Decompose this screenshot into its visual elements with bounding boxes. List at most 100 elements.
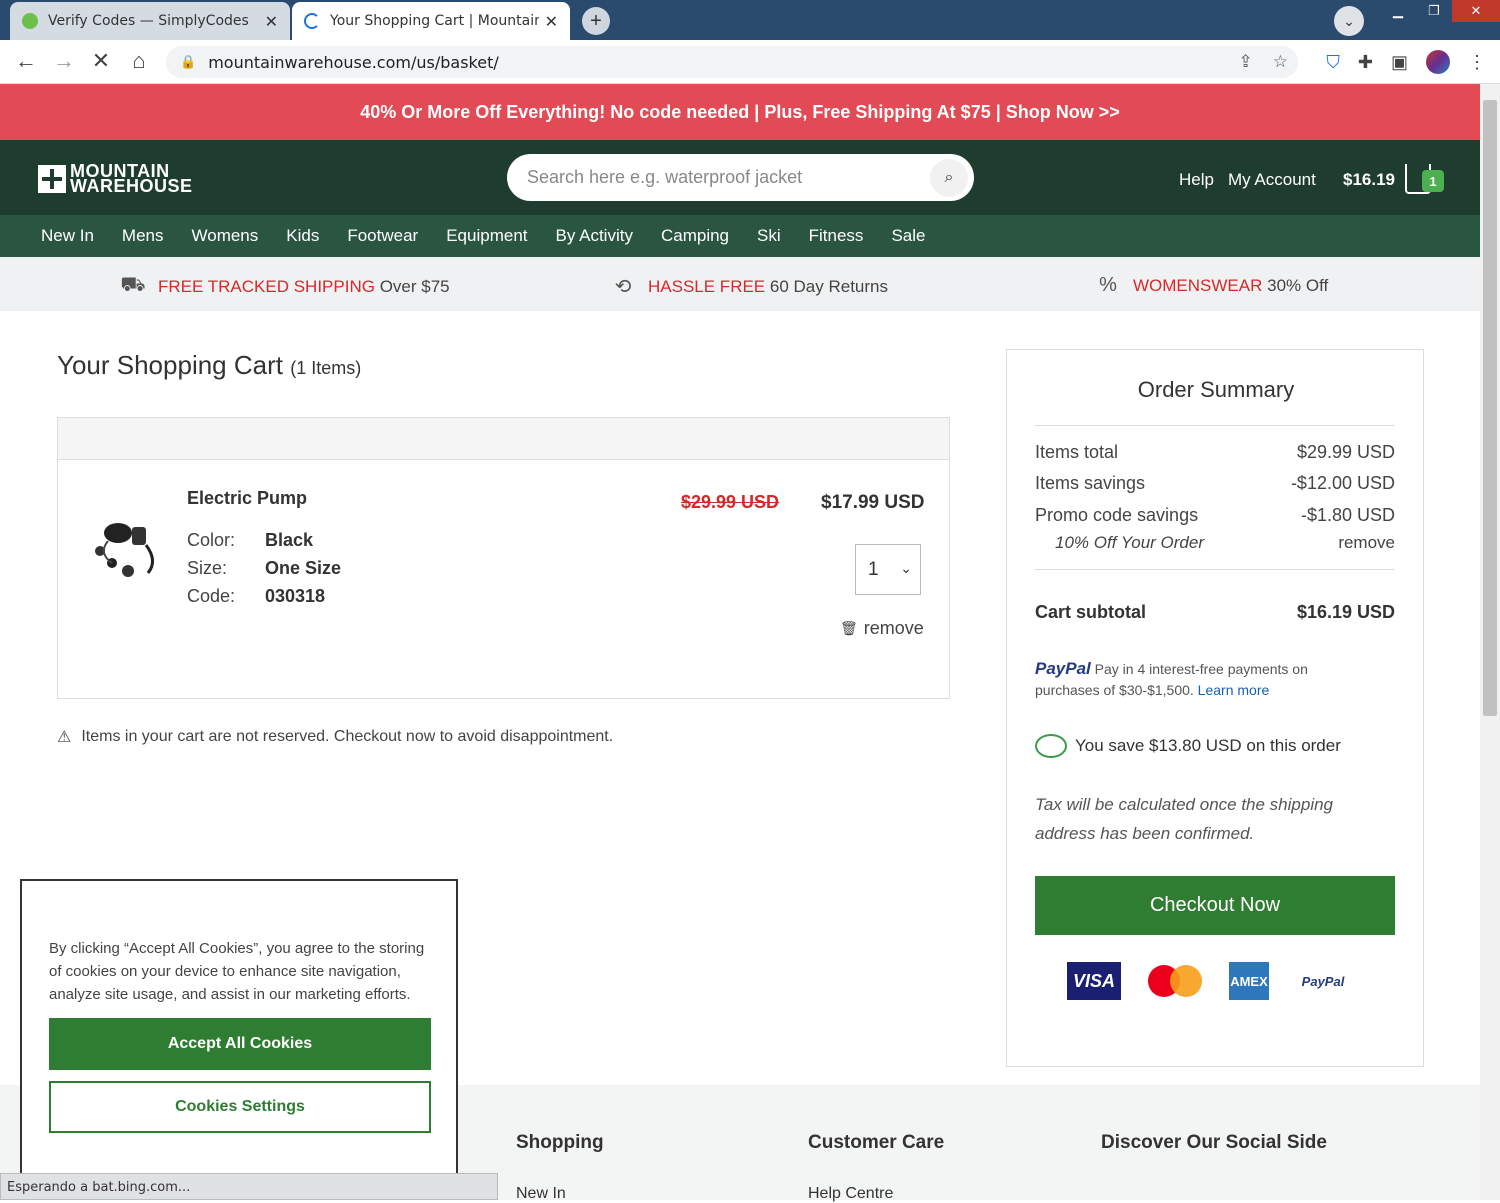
divider: [1035, 425, 1395, 426]
footer-link-new-in[interactable]: New In: [516, 1185, 566, 1203]
footer-col-shopping: Shopping: [516, 1132, 604, 1153]
restore-icon[interactable]: ❐: [1416, 0, 1452, 22]
promo-banner[interactable]: 40% Or More Off Everything! No code need…: [0, 84, 1480, 140]
nav-by-activity[interactable]: By Activity: [556, 226, 633, 246]
paypal-card-icon: PayPal: [1301, 973, 1345, 989]
scrollbar-thumb[interactable]: [1483, 100, 1497, 716]
nav-sale[interactable]: Sale: [891, 226, 925, 246]
coins-icon: [1035, 734, 1067, 758]
back-arrow-icon[interactable]: ←: [12, 48, 40, 74]
returns-box-icon: ⟲: [614, 276, 632, 298]
subtotal-label: Cart subtotal: [1035, 602, 1147, 622]
browser-tab-simplycodes[interactable]: Verify Codes — SimplyCodes ✕: [10, 2, 290, 40]
browser-tab-cart[interactable]: Your Shopping Cart | Mountain W ✕: [292, 2, 570, 40]
accept-all-cookies-button[interactable]: Accept All Cookies: [49, 1018, 431, 1070]
cart-count-badge[interactable]: 1: [1422, 170, 1444, 192]
lock-icon: 🔒: [180, 54, 197, 70]
page-title: Your Shopping Cart (1 Items): [57, 350, 361, 381]
minimize-icon[interactable]: ▁: [1380, 0, 1416, 22]
paypal-logo: PayPal: [1035, 659, 1091, 678]
close-window-icon[interactable]: ✕: [1452, 0, 1500, 22]
color-value: Black: [265, 530, 314, 550]
side-panel-icon[interactable]: ▣: [1391, 52, 1408, 73]
percent-tag-icon: %: [1099, 274, 1117, 296]
items-savings-value: -$12.00 USD: [1290, 473, 1395, 493]
search-icon[interactable]: ⌕: [930, 159, 968, 197]
cookies-settings-button[interactable]: Cookies Settings: [49, 1081, 431, 1133]
color-label: Color:: [187, 530, 236, 550]
mountain-warehouse-logo[interactable]: MOUNTAIN WAREHOUSE: [38, 162, 193, 196]
order-summary-title: Order Summary: [1137, 377, 1295, 402]
product-name[interactable]: Electric Pump: [187, 488, 307, 509]
nav-ski[interactable]: Ski: [757, 226, 781, 246]
usp-womenswear[interactable]: % WOMENSWEAR 30% Off: [1093, 274, 1328, 297]
original-price: $29.99 USD: [681, 492, 780, 512]
quantity-select[interactable]: 1 ⌄: [855, 544, 921, 595]
remove-label: remove: [863, 618, 924, 638]
items-total-row: Items total $29.99 USD: [1035, 442, 1395, 463]
close-tab-icon[interactable]: ✕: [265, 12, 278, 31]
nav-footwear[interactable]: Footwear: [347, 226, 418, 246]
help-link[interactable]: Help: [1179, 170, 1214, 190]
usp-shipping[interactable]: ⛟ FREE TRACKED SHIPPING Over $75: [118, 274, 449, 299]
browser-tab-bar: Verify Codes — SimplyCodes ✕ Your Shoppi…: [0, 0, 1500, 40]
logo-line-2: WAREHOUSE: [70, 176, 193, 196]
cart-panel-header: [58, 418, 949, 460]
browser-status-bar: Esperando a bat.bing.com...: [0, 1173, 498, 1200]
divider: [1035, 569, 1395, 570]
star-bookmark-icon[interactable]: ☆: [1273, 52, 1288, 72]
share-icon[interactable]: ⇪: [1239, 52, 1253, 72]
main-navigation: New In Mens Womens Kids Footwear Equipme…: [0, 215, 1480, 257]
usp-text: 30% Off: [1267, 275, 1329, 295]
checkout-now-button[interactable]: Checkout Now: [1035, 876, 1395, 935]
nav-equipment[interactable]: Equipment: [446, 226, 527, 246]
usp-highlight: HASSLE FREE: [648, 276, 766, 296]
page-scrollbar[interactable]: [1480, 84, 1500, 1200]
url-field[interactable]: 🔒 mountainwarehouse.com/us/basket/ ⇪ ☆: [166, 46, 1298, 78]
usp-highlight: WOMENSWEAR: [1133, 275, 1263, 295]
nav-womens[interactable]: Womens: [192, 226, 259, 246]
nav-fitness[interactable]: Fitness: [809, 226, 864, 246]
cookie-text: By clicking “Accept All Cookies”, you ag…: [49, 940, 425, 1003]
code-label: Code:: [187, 586, 236, 606]
order-summary-panel: Order Summary Items total $29.99 USD Ite…: [1006, 349, 1424, 1067]
nav-camping[interactable]: Camping: [661, 226, 729, 246]
new-tab-button[interactable]: +: [582, 7, 610, 35]
nav-new-in[interactable]: New In: [41, 226, 94, 246]
usp-bar: ⛟ FREE TRACKED SHIPPING Over $75 ⟲ HASSL…: [0, 257, 1480, 311]
promo-savings-row: Promo code savings -$1.80 USD: [1035, 505, 1395, 526]
cart-total[interactable]: $16.19: [1343, 170, 1395, 190]
logo-cross-icon: [38, 165, 66, 193]
nav-kids[interactable]: Kids: [286, 226, 319, 246]
paypal-pay-in-4: PayPal Pay in 4 interest-free payments o…: [1035, 658, 1355, 701]
close-tab-icon[interactable]: ✕: [545, 12, 558, 31]
shield-extension-icon[interactable]: ⛉: [1326, 52, 1340, 73]
my-account-link[interactable]: My Account: [1228, 170, 1316, 190]
promo-savings-label: Promo code savings: [1035, 505, 1199, 525]
promo-code-name: 10% Off Your Order: [1055, 533, 1204, 552]
items-total-label: Items total: [1035, 442, 1119, 462]
you-save-text: You save $13.80 USD on this order: [1075, 736, 1341, 755]
tab-search-chevron-icon[interactable]: ⌄: [1334, 6, 1364, 36]
simplycodes-favicon-icon: [22, 13, 38, 29]
kebab-menu-icon[interactable]: ⋮: [1468, 52, 1486, 73]
learn-more-link[interactable]: Learn more: [1198, 682, 1270, 698]
remove-promo-link[interactable]: remove: [1338, 533, 1395, 553]
search-bar: ⌕: [507, 154, 974, 201]
usp-returns[interactable]: ⟲ HASSLE FREE 60 Day Returns: [608, 274, 888, 299]
remove-item-button[interactable]: 🗑 remove: [840, 618, 924, 639]
amex-card-icon: AMEX: [1229, 962, 1269, 1000]
puzzle-extensions-icon[interactable]: ✚: [1358, 52, 1373, 73]
nav-mens[interactable]: Mens: [122, 226, 164, 246]
stop-loading-icon[interactable]: ✕: [87, 48, 115, 74]
window-controls: ▁ ❐ ✕: [1380, 0, 1500, 24]
search-input[interactable]: [527, 167, 927, 188]
payment-cards: VISA AMEX PayPal: [1067, 962, 1350, 1000]
footer-link-help-centre[interactable]: Help Centre: [808, 1185, 893, 1203]
delivery-truck-icon: ⛟: [120, 274, 146, 296]
profile-avatar[interactable]: [1426, 50, 1450, 74]
forward-arrow-icon[interactable]: →: [50, 48, 78, 74]
product-image[interactable]: [88, 513, 163, 583]
loading-spinner-icon: [304, 13, 320, 29]
home-icon[interactable]: ⌂: [125, 48, 153, 74]
